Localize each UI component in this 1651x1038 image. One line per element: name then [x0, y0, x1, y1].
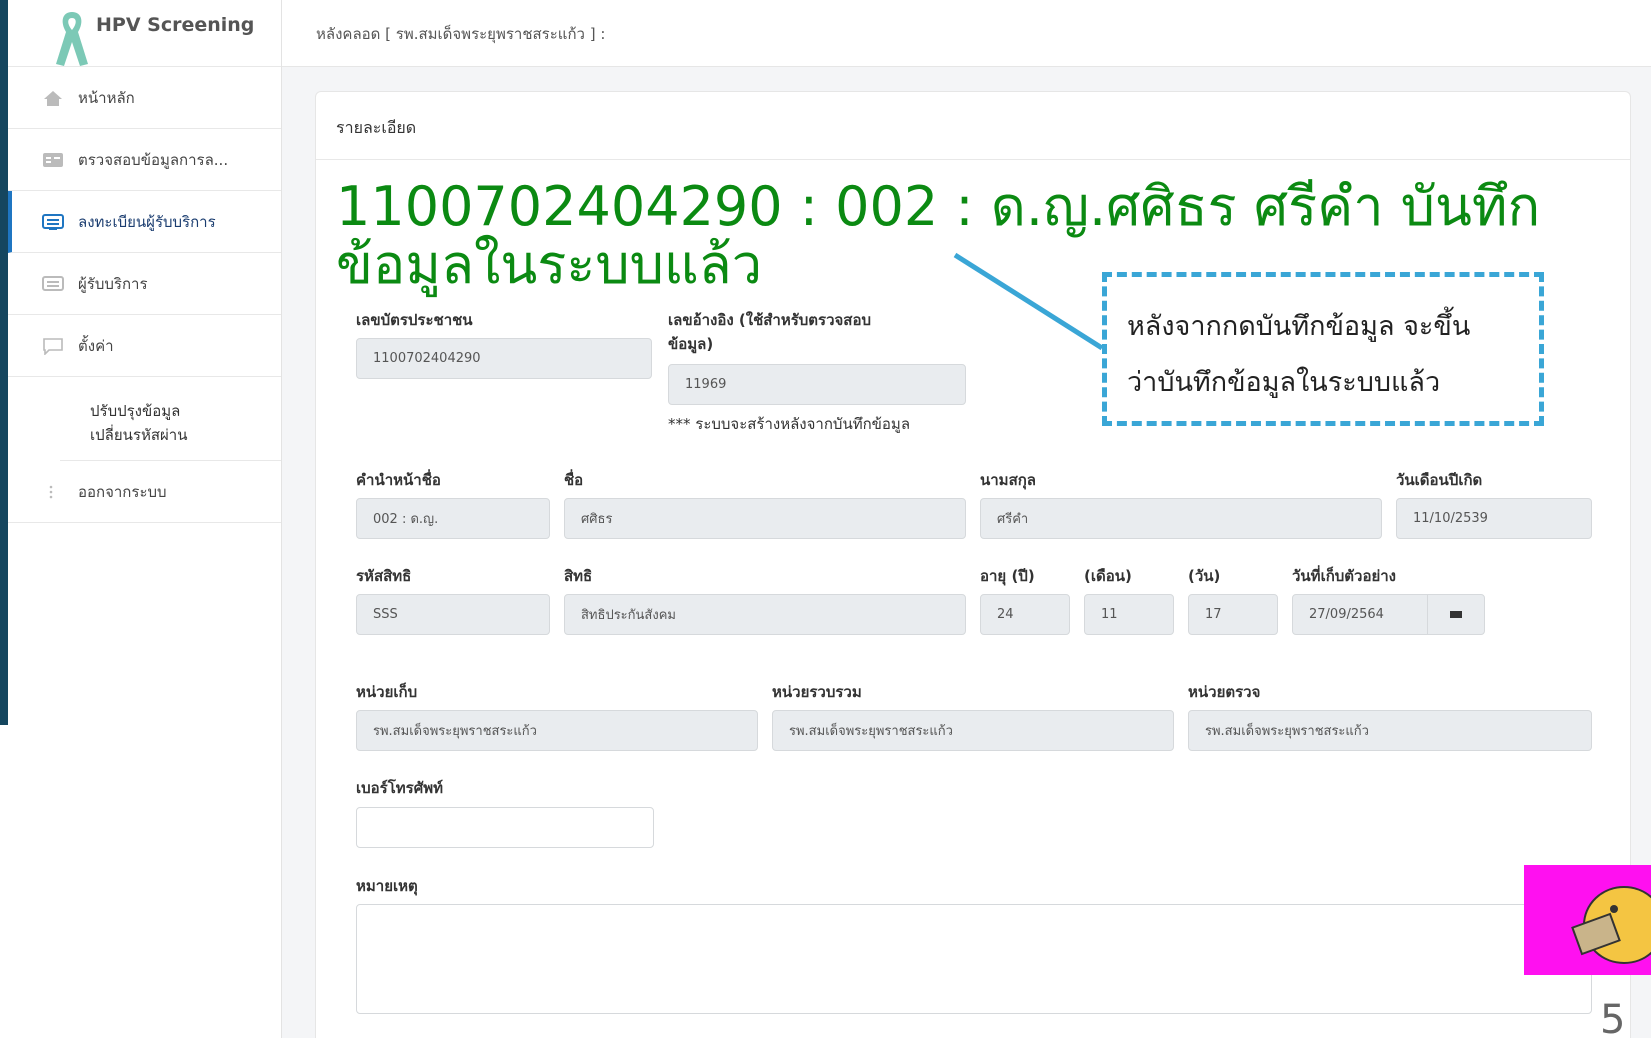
collect-unit-field[interactable]: รพ.สมเด็จพระยุพราชสระแก้ว	[356, 710, 758, 751]
ref-no-note: *** ระบบจะสร้างหลังจากบันทึกข้อมูล	[668, 415, 911, 433]
ref-no-label-line2: ข้อมูล)	[668, 335, 714, 353]
sidebar-item-label: ตั้งค่า	[78, 336, 114, 355]
exam-unit-field[interactable]: รพ.สมเด็จพระยุพราชสระแก้ว	[1188, 710, 1592, 751]
register-icon	[42, 213, 64, 230]
last-name-label: นามสกุล	[980, 471, 1036, 489]
first-name-field[interactable]: ศศิธร	[564, 498, 966, 539]
home-icon	[44, 90, 62, 106]
cartoon-reader-icon	[1571, 886, 1651, 964]
sidebar-item-label: หน้าหลัก	[78, 88, 135, 107]
sidebar: HPV Screening หน้าหลัก ตรวจสอบข้อมูลการล…	[8, 0, 282, 1038]
remark-textarea[interactable]	[356, 904, 1592, 1014]
age-day-label: (วัน)	[1188, 567, 1221, 585]
main-content: รายละเอียด 1100702404290 : 002 : ด.ญ.ศศิ…	[282, 67, 1651, 1038]
callout-line2: ว่าบันทึกข้อมูลในระบบแล้ว	[1127, 367, 1441, 398]
collect-date-field[interactable]: 27/09/2564	[1292, 594, 1428, 635]
phone-input[interactable]	[356, 807, 654, 848]
brand[interactable]: HPV Screening	[8, 0, 281, 67]
sidebar-item-logout[interactable]: ออกจากระบบ	[8, 461, 281, 523]
calendar-button[interactable]	[1427, 594, 1485, 635]
settings-submenu: ปรับปรุงข้อมูล เปลี่ยนรหัสผ่าน	[60, 377, 281, 461]
citizen-id-label: เลขบัตรประชาชน	[356, 311, 473, 329]
sidebar-item-clients[interactable]: ผู้รับบริการ	[8, 253, 281, 315]
phone-label: เบอร์โทรศัพท์	[356, 779, 444, 797]
page-number: 5	[1600, 997, 1626, 1038]
birth-date-field[interactable]: 11/10/2539	[1396, 498, 1592, 539]
age-month-field[interactable]: 11	[1084, 594, 1174, 635]
sidebar-item-label: ลงทะเบียนผู้รับบริการ	[78, 212, 216, 231]
age-year-field[interactable]: 24	[980, 594, 1070, 635]
card-header: รายละเอียด	[316, 92, 1630, 160]
gather-unit-label: หน่วยรวบรวม	[772, 683, 862, 701]
saved-status-line1: 1100702404290 : 002 : ด.ญ.ศศิธร ศรีคำ บั…	[336, 175, 1541, 238]
ribbon-logo-icon	[56, 12, 88, 66]
submenu-item-update-profile[interactable]: ปรับปรุงข้อมูล	[90, 399, 281, 423]
more-vertical-icon	[49, 485, 53, 498]
detail-card: รายละเอียด 1100702404290 : 002 : ด.ญ.ศศิ…	[315, 91, 1631, 1038]
submenu-item-change-password[interactable]: เปลี่ยนรหัสผ่าน	[90, 423, 281, 447]
ref-no-field[interactable]: 11969	[668, 364, 966, 405]
collect-date-label: วันที่เก็บตัวอย่าง	[1292, 567, 1397, 585]
age-day-field[interactable]: 17	[1188, 594, 1278, 635]
prefix-field[interactable]: 002 : ด.ญ.	[356, 498, 550, 539]
ref-no-label-line1: เลขอ้างอิง (ใช้สำหรับตรวจสอบ	[668, 311, 871, 329]
callout-line1: หลังจากกดบันทึกข้อมูล จะขึ้น	[1127, 311, 1471, 342]
sidebar-item-register[interactable]: ลงทะเบียนผู้รับบริการ	[8, 191, 281, 253]
calendar-icon	[1450, 611, 1462, 618]
prefix-label: คำนำหน้าชื่อ	[356, 471, 441, 489]
citizen-id-field[interactable]: 1100702404290	[356, 338, 652, 379]
topbar: หลังคลอด [ รพ.สมเด็จพระยุพราชสระแก้ว ] :	[282, 0, 1651, 67]
sidebar-item-label: ผู้รับบริการ	[78, 274, 148, 293]
remark-label: หมายเหตุ	[356, 877, 418, 895]
sidebar-item-home[interactable]: หน้าหลัก	[8, 67, 281, 129]
sidebar-item-label: ออกจากระบบ	[78, 482, 167, 501]
brand-name: HPV Screening	[96, 14, 255, 36]
breadcrumb: หลังคลอด [ รพ.สมเด็จพระยุพราชสระแก้ว ] :	[316, 25, 606, 43]
last-name-field[interactable]: ศรีคำ	[980, 498, 1382, 539]
right-code-field[interactable]: SSS	[356, 594, 550, 635]
cartoon-sticker	[1524, 865, 1651, 975]
right-label: สิทธิ	[564, 567, 593, 585]
callout-pointer-line	[953, 252, 1104, 351]
checklist-icon	[43, 152, 63, 167]
exam-unit-label: หน่วยตรวจ	[1188, 683, 1261, 701]
birth-date-label: วันเดือนปีเกิด	[1396, 471, 1483, 489]
chat-icon	[43, 337, 63, 355]
right-code-label: รหัสสิทธิ	[356, 567, 412, 585]
age-month-label: (เดือน)	[1084, 567, 1132, 585]
gather-unit-field[interactable]: รพ.สมเด็จพระยุพราชสระแก้ว	[772, 710, 1174, 751]
sidebar-item-settings[interactable]: ตั้งค่า	[8, 315, 281, 377]
first-name-label: ชื่อ	[564, 471, 584, 489]
sidebar-item-label: ตรวจสอบข้อมูลการล...	[78, 150, 229, 169]
sidebar-item-check-data[interactable]: ตรวจสอบข้อมูลการล...	[8, 129, 281, 191]
age-year-label: อายุ (ปี)	[980, 567, 1035, 585]
collect-unit-label: หน่วยเก็บ	[356, 683, 418, 701]
list-icon	[42, 275, 64, 291]
right-field[interactable]: สิทธิประกันสังคม	[564, 594, 966, 635]
callout-box: หลังจากกดบันทึกข้อมูล จะขึ้น ว่าบันทึกข้…	[1102, 272, 1544, 426]
